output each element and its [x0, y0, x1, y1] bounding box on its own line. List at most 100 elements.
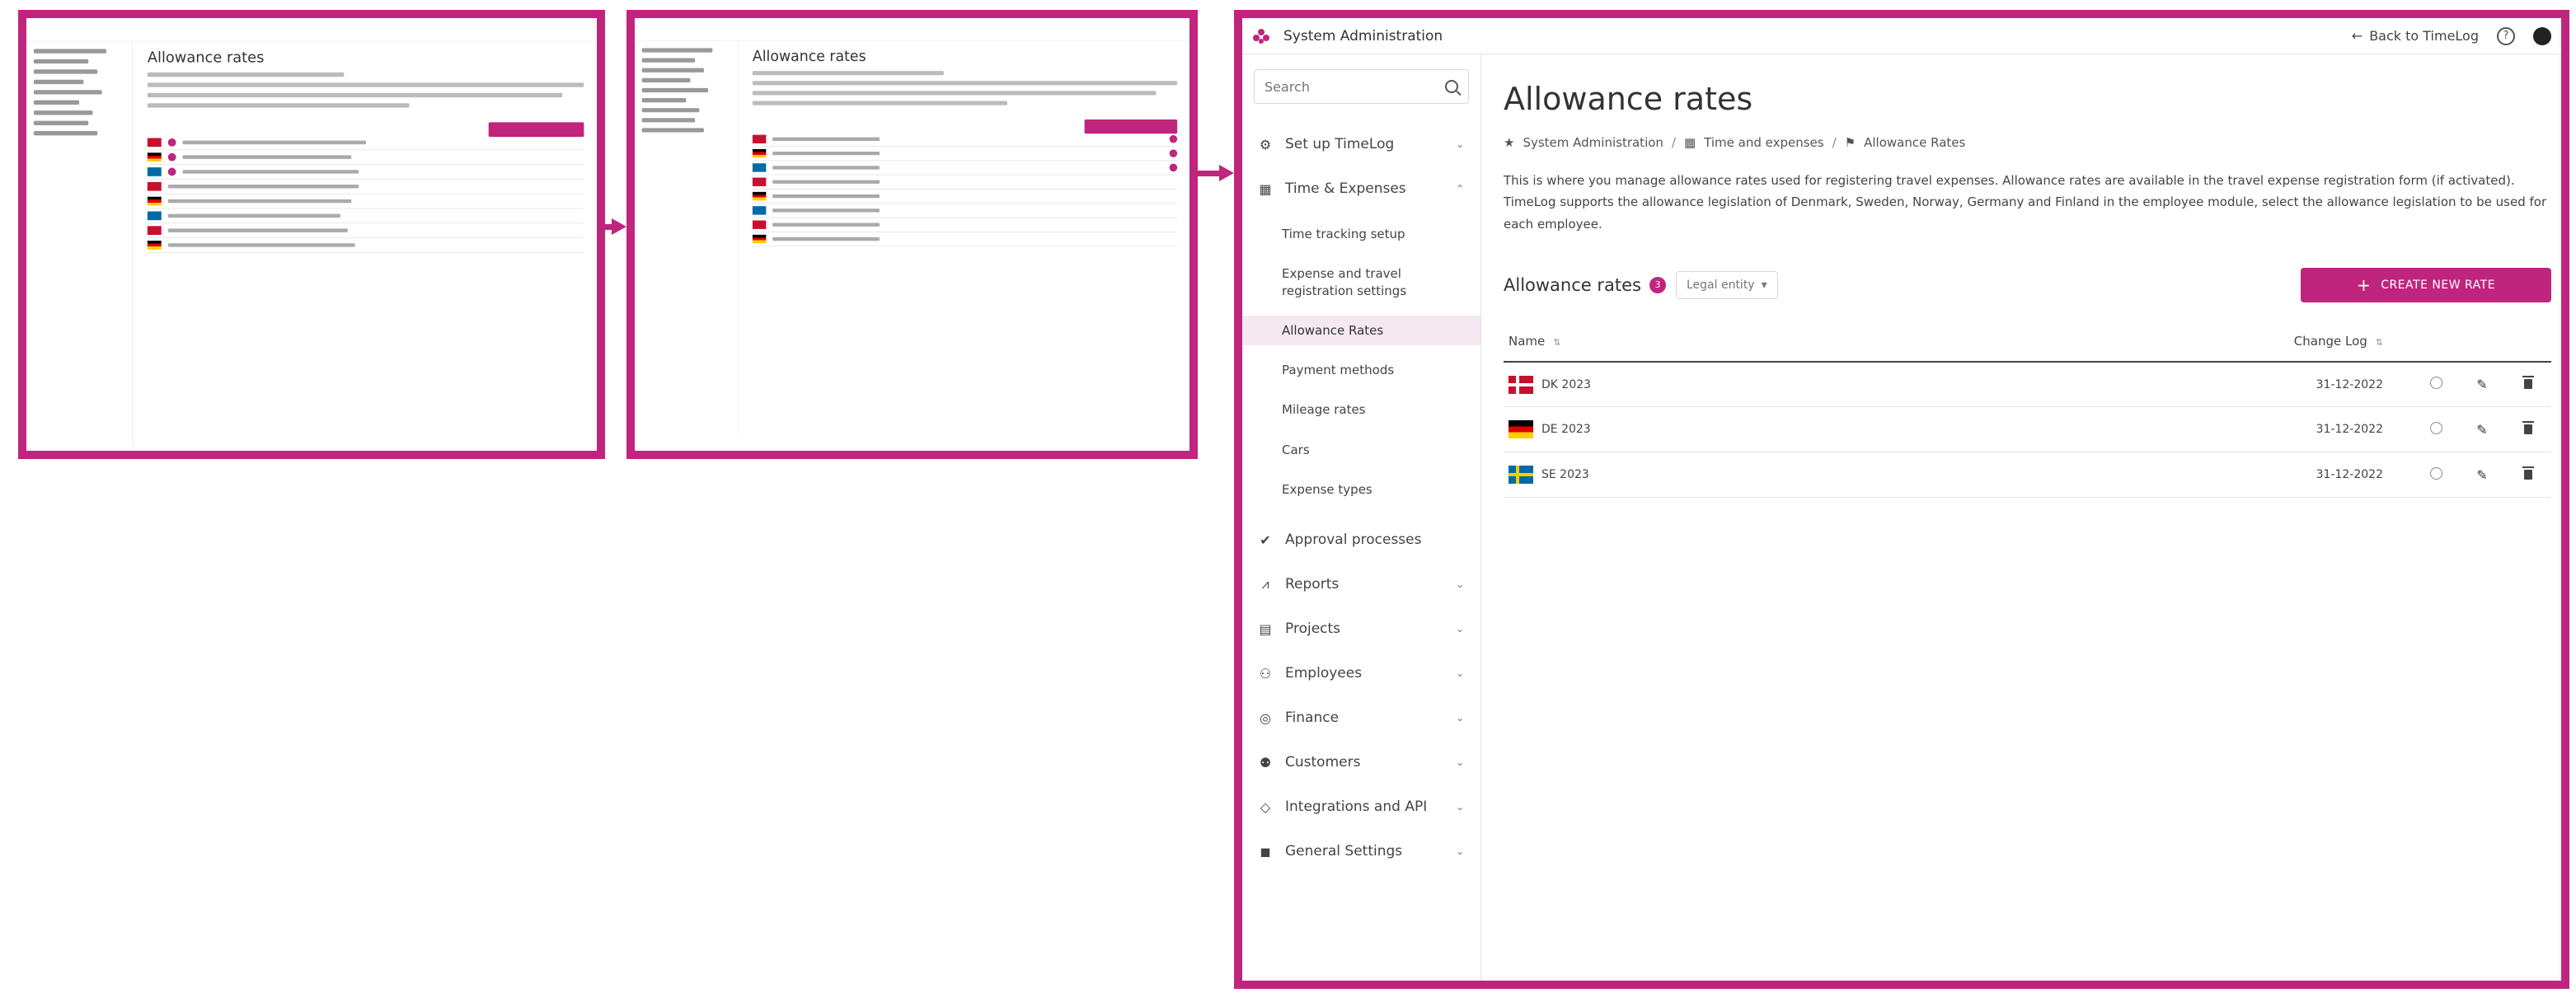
- sidebar-item-employees[interactable]: ⚇ Employees ⌄: [1254, 651, 1469, 696]
- sidebar-item-approval[interactable]: ✔ Approval processes: [1254, 518, 1469, 562]
- sidebar-subitem-allowance-rates[interactable]: Allowance Rates: [1242, 315, 1480, 345]
- sidebar-item-label: Set up TimeLog: [1285, 136, 1395, 152]
- mini-screenshot: Allowance rates: [26, 18, 597, 447]
- chevron-down-icon: ⌄: [1455, 667, 1464, 679]
- sidebar-item-general-settings[interactable]: ◼ General Settings ⌄: [1254, 829, 1469, 874]
- edit-icon[interactable]: ✎: [2476, 467, 2487, 483]
- sidebar-item-label: Approval processes: [1285, 532, 1422, 548]
- sweden-flag-icon: [1509, 466, 1533, 485]
- people-icon: ⚇: [1259, 665, 1272, 682]
- sidebar-subitem-payment-methods[interactable]: Payment methods: [1254, 355, 1469, 385]
- sidebar-item-label: Time & Expenses: [1285, 180, 1406, 197]
- chevron-down-icon: ⌄: [1455, 756, 1464, 768]
- sidebar-subitem-time-tracking[interactable]: Time tracking setup: [1254, 219, 1469, 249]
- arrow-right-icon: [1198, 165, 1234, 181]
- delete-icon[interactable]: [2522, 466, 2534, 480]
- search-icon[interactable]: [1445, 80, 1458, 93]
- sidebar-subitem-expense-settings[interactable]: Expense and travel registration settings: [1254, 259, 1443, 306]
- sidebar-item-label: Projects: [1285, 621, 1341, 637]
- filter-label: Legal entity: [1686, 278, 1755, 292]
- arrow-left-icon: ←: [2351, 28, 2363, 44]
- sidebar-submenu: Time tracking setup Expense and travel r…: [1242, 219, 1480, 504]
- chevron-down-icon: ⌄: [1455, 623, 1464, 635]
- search-input[interactable]: [1265, 78, 1445, 95]
- change-date: 31-12-2022: [2293, 452, 2413, 499]
- sidebar-subitem-cars[interactable]: Cars: [1254, 435, 1469, 465]
- sidebar-item-setup[interactable]: ⚙ Set up TimeLog ⌄: [1254, 122, 1469, 166]
- thumbnail-step-2: Allowance rates: [626, 10, 1198, 459]
- chevron-down-icon: ⌄: [1455, 845, 1464, 857]
- delete-icon[interactable]: [2522, 420, 2534, 434]
- column-label: Change Log: [2293, 334, 2367, 349]
- column-name[interactable]: Name ⇅: [1504, 321, 2294, 363]
- help-icon[interactable]: ?: [2497, 26, 2515, 45]
- section-header: Allowance rates 3 Legal entity ▾ + CREAT…: [1504, 267, 2551, 302]
- main-content: Allowance rates ★ System Administration …: [1494, 54, 2561, 981]
- legal-entity-filter[interactable]: Legal entity ▾: [1675, 270, 1778, 299]
- sidebar-item-integrations[interactable]: ◇ Integrations and API ⌄: [1254, 785, 1469, 829]
- rate-name: SE 2023: [1541, 468, 1589, 482]
- breadcrumb-separator: /: [1671, 135, 1676, 150]
- arrow-right-icon: [605, 218, 626, 235]
- mini-main: Allowance rates: [140, 41, 591, 447]
- sidebar-item-time-expenses[interactable]: ▦ Time & Expenses ⌃: [1254, 166, 1469, 211]
- mini-sidebar: [26, 41, 134, 447]
- mini-create-button: [488, 122, 584, 138]
- chevron-down-icon: ⌄: [1455, 578, 1464, 590]
- app-logo-icon: [1252, 27, 1270, 45]
- sidebar: ⚙ Set up TimeLog ⌄ ▦ Time & Expenses ⌃ T…: [1242, 54, 1481, 981]
- delete-icon[interactable]: [2522, 376, 2534, 389]
- breadcrumb-system-admin[interactable]: System Administration: [1523, 135, 1663, 150]
- sidebar-subitem-mileage-rates[interactable]: Mileage rates: [1254, 395, 1469, 424]
- chevron-down-icon: ⌄: [1455, 801, 1464, 813]
- sidebar-subitem-expense-types[interactable]: Expense types: [1254, 475, 1469, 504]
- sort-icon: ⇅: [1553, 337, 1561, 349]
- germany-flag-icon: [1509, 420, 1533, 439]
- chevron-down-icon: ⌄: [1455, 138, 1464, 150]
- table-header: Name ⇅ Change Log ⇅: [1504, 321, 2551, 363]
- sidebar-item-finance[interactable]: ◎ Finance ⌄: [1254, 696, 1469, 740]
- history-icon[interactable]: [2429, 466, 2442, 480]
- top-bar: System Administration ← Back to TimeLog …: [1242, 18, 2561, 54]
- calendar-icon: ▦: [1683, 135, 1696, 150]
- sidebar-item-label: General Settings: [1285, 843, 1403, 860]
- mini-topbar: [26, 18, 597, 42]
- history-icon[interactable]: [2429, 421, 2442, 434]
- calendar-icon: ▦: [1259, 180, 1272, 197]
- check-icon: ✔: [1260, 532, 1271, 548]
- table-row[interactable]: DE 2023 31-12-2022 ✎: [1504, 406, 2551, 453]
- allowance-rates-table: Name ⇅ Change Log ⇅ DK 2023 31-12-2022 ✎: [1504, 321, 2551, 499]
- sidebar-item-reports[interactable]: ⩘ Reports ⌄: [1254, 562, 1469, 607]
- caret-down-icon: ▾: [1761, 278, 1767, 292]
- mini-create-button: [1084, 119, 1178, 134]
- breadcrumb-time-expenses[interactable]: Time and expenses: [1704, 135, 1823, 150]
- mini-main: Allowance rates: [745, 41, 1185, 436]
- main-screenshot: System Administration ← Back to TimeLog …: [1234, 10, 2569, 989]
- edit-icon[interactable]: ✎: [2476, 422, 2487, 438]
- table-row[interactable]: SE 2023 31-12-2022 ✎: [1504, 452, 2551, 499]
- history-icon[interactable]: [2429, 377, 2442, 389]
- mini-sidebar: [635, 40, 739, 436]
- sidebar-item-label: Reports: [1285, 576, 1340, 593]
- search-box: [1254, 69, 1469, 104]
- sidebar-item-customers[interactable]: ⚉ Customers ⌄: [1254, 740, 1469, 785]
- sidebar-item-label: Employees: [1285, 665, 1363, 682]
- table-row[interactable]: DK 2023 31-12-2022 ✎: [1504, 361, 2551, 408]
- chevron-up-icon: ⌃: [1455, 183, 1464, 194]
- column-change-log[interactable]: Change Log ⇅: [2293, 321, 2413, 363]
- sidebar-item-projects[interactable]: ▤ Projects ⌄: [1254, 607, 1469, 651]
- breadcrumb-separator: /: [1832, 135, 1837, 150]
- avatar[interactable]: [2533, 26, 2551, 45]
- create-new-rate-button[interactable]: + CREATE NEW RATE: [2301, 267, 2551, 302]
- coin-icon: ◎: [1260, 710, 1271, 726]
- breadcrumb-current: Allowance Rates: [1864, 135, 1966, 150]
- app-title: System Administration: [1283, 27, 1443, 44]
- change-date: 31-12-2022: [2293, 406, 2413, 453]
- section-title: Allowance rates: [1504, 274, 1641, 295]
- rate-name: DK 2023: [1541, 377, 1592, 391]
- edit-icon[interactable]: ✎: [2476, 377, 2487, 392]
- create-button-label: CREATE NEW RATE: [2381, 278, 2496, 292]
- back-to-timelog-link[interactable]: ← Back to TimeLog: [2352, 28, 2479, 44]
- page-title: Allowance rates: [1504, 81, 1753, 117]
- plug-icon: ◇: [1260, 799, 1271, 815]
